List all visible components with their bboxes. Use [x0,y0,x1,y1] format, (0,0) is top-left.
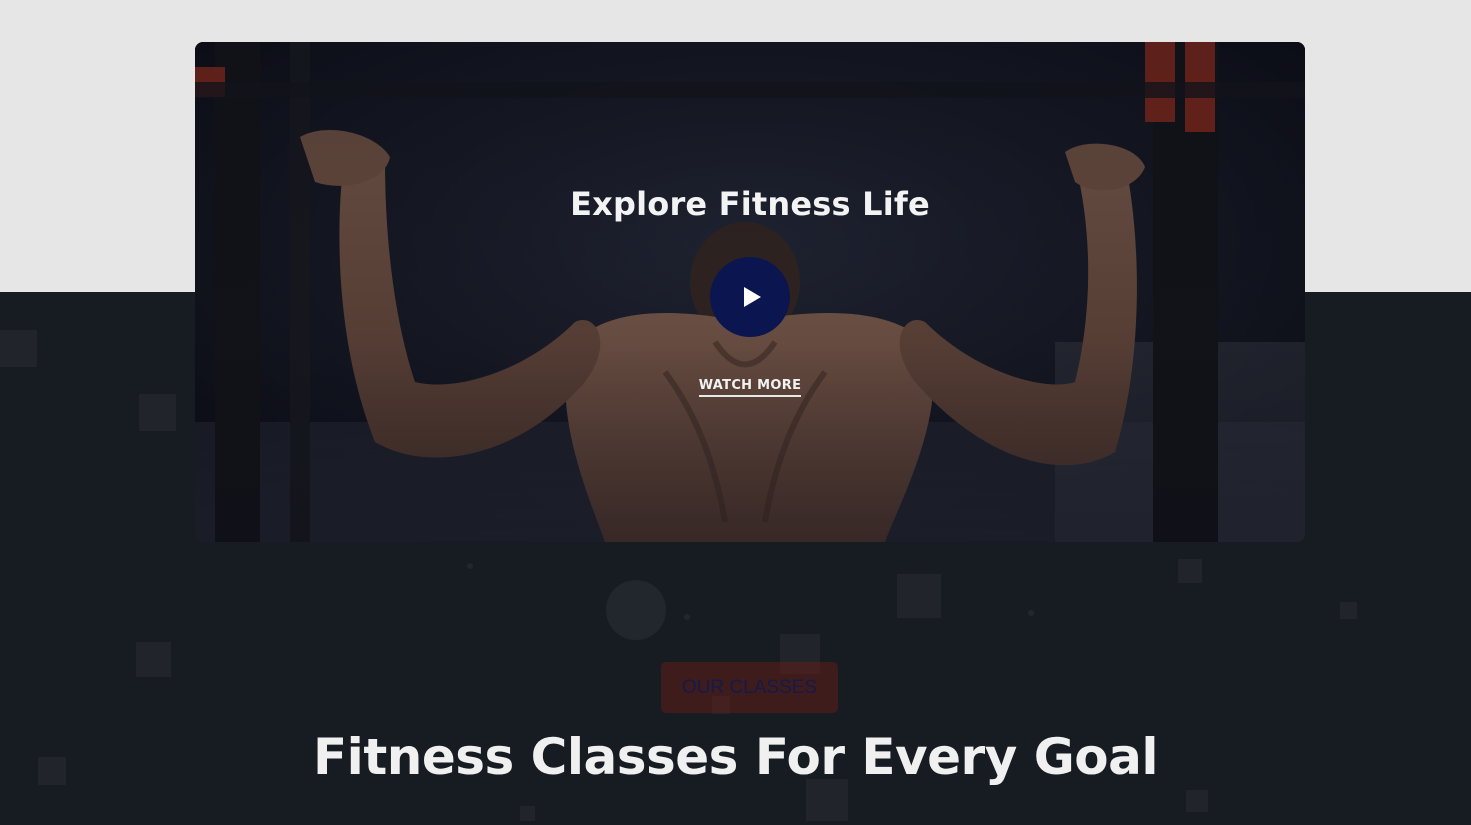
watch-more-link[interactable]: WATCH MORE [698,378,802,397]
section-heading: Fitness Classes For Every Goal [313,728,1158,786]
video-title: Explore Fitness Life [570,185,930,223]
video-banner: Explore Fitness Life WATCH MORE [195,42,1305,542]
our-classes-badge: OUR CLASSES [661,662,838,713]
play-button[interactable] [710,257,790,337]
play-icon [744,287,761,307]
watch-more-container: WATCH MORE [195,374,1305,397]
